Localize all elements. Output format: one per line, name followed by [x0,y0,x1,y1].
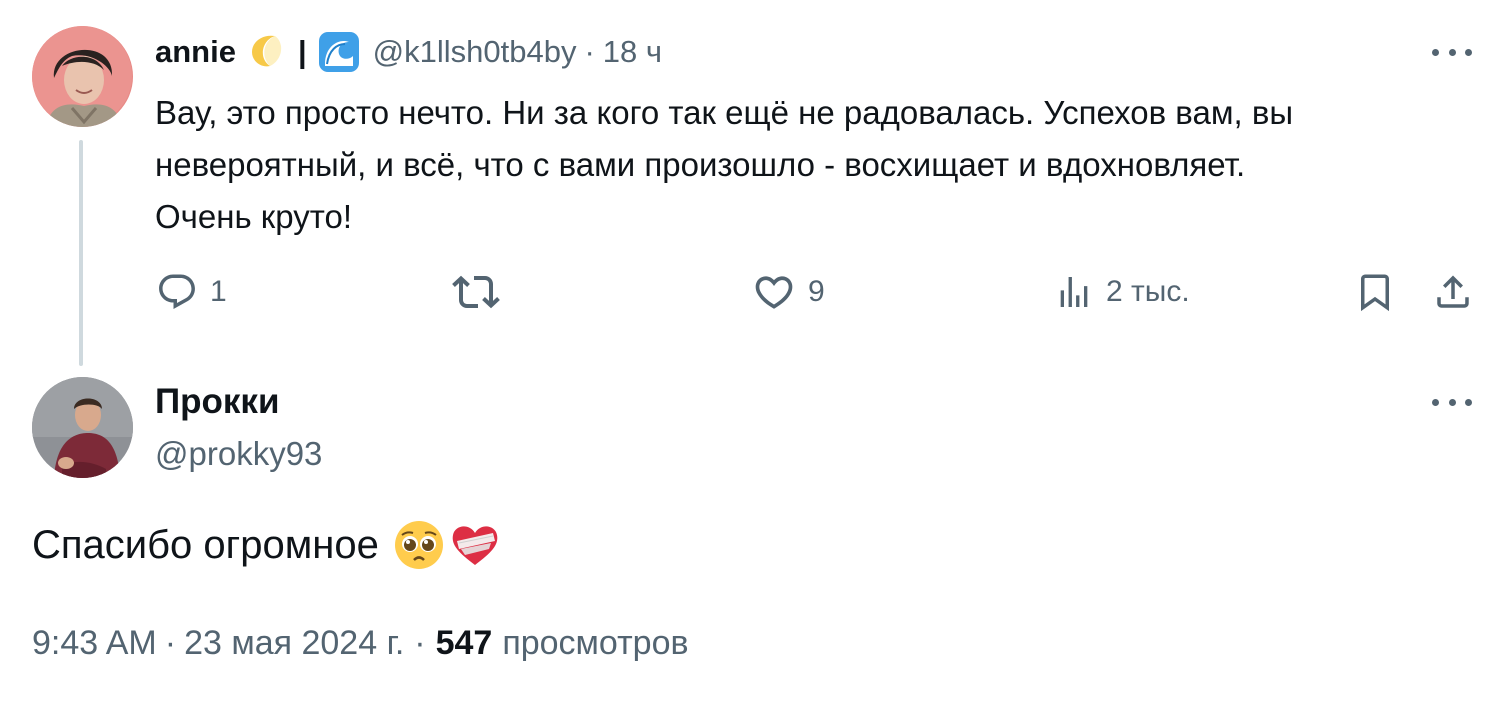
retweet-button[interactable] [452,268,500,316]
like-count: 9 [808,275,825,308]
reply-timestamp[interactable]: 18 ч [603,34,662,70]
comment-icon [156,271,198,313]
water-wave-icon [317,30,361,74]
heart-icon [752,270,796,314]
avatar-annie[interactable] [32,26,133,127]
name-separator: | [297,34,307,69]
main-time[interactable]: 9:43 AM [32,624,157,663]
main-tweet-text: Спасибо огромное [32,515,501,575]
main-display-name[interactable]: Прокки [155,380,279,424]
share-icon [1432,271,1474,313]
reply-display-name[interactable]: annie [155,34,236,70]
meta-dot-2: · [414,623,426,662]
thread-connector-line [79,140,83,366]
main-tweet-text-content: Спасибо огромное [32,522,379,567]
meta-dot-1: · [164,623,177,662]
crescent-moon-icon [248,32,288,72]
bookmark-icon [1354,271,1396,313]
main-more-options-icon[interactable] [1432,392,1472,412]
bookmark-button[interactable] [1354,268,1396,316]
mending-heart-icon [449,519,501,571]
reply-author-line: annie | @k1llsh0tb4by · 18 ч [155,28,662,76]
retweet-icon [452,268,500,316]
avatar-prokky[interactable] [32,377,133,478]
views-button[interactable]: 2 тыс. [1054,268,1190,316]
reply-handle[interactable]: @k1llsh0tb4by [373,34,577,70]
separator-dot: · [584,34,595,69]
reply-button[interactable]: 1 [156,268,227,316]
share-button[interactable] [1432,268,1474,316]
reply-tweet-text: Вау, это просто нечто. Ни за кого так ещ… [155,94,1294,235]
reply-count: 1 [210,275,227,308]
pleading-face-icon [393,519,445,571]
like-button[interactable]: 9 [752,268,825,316]
main-views-count: 547 [435,623,493,662]
main-handle[interactable]: @prokky93 [155,432,322,476]
main-tweet-meta: 9:43 AM · 23 мая 2024 г. · 547 просмотро… [32,618,689,668]
main-views-label: просмотров [502,623,689,662]
reply-more-options-icon[interactable] [1432,42,1472,62]
main-date[interactable]: 23 мая 2024 г. [184,624,404,663]
analytics-bar-icon [1054,272,1094,312]
views-count: 2 тыс. [1106,275,1190,308]
